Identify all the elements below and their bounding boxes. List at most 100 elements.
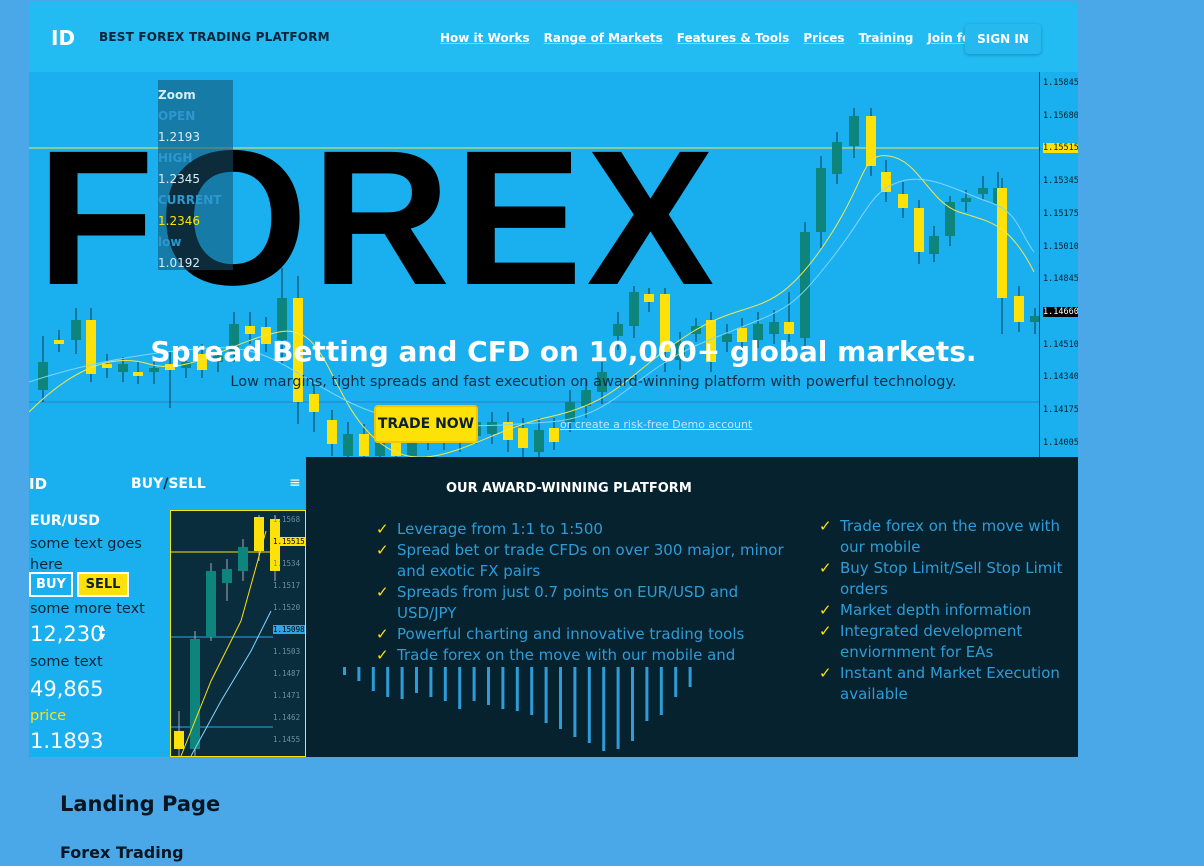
widget-mini-chart: 1.1568 1.15515 1.1534 1.1517 1.1520 1.15098 1.… xyxy=(170,510,306,757)
candle-body xyxy=(929,236,939,254)
feature-text: Spreads from just 0.7 points on EUR/USD … xyxy=(397,583,739,622)
candle-body xyxy=(518,428,528,448)
check-icon: ✓ xyxy=(819,601,832,619)
candle-body xyxy=(945,202,955,236)
nav-link-training[interactable]: Training xyxy=(859,31,914,45)
nav-link-range-of-markets[interactable]: Range of Markets xyxy=(544,31,663,45)
volume-bar xyxy=(400,667,404,699)
volume-bar xyxy=(559,667,562,729)
list-item: ✓ Instant and Market Execution available xyxy=(819,663,1081,705)
quantity-stepper-icon[interactable]: ▲ ▼ xyxy=(99,623,105,641)
candle-body xyxy=(254,517,264,551)
hamburger-menu-icon[interactable]: ≡ xyxy=(289,475,301,491)
sell-button[interactable]: SELL xyxy=(77,572,129,597)
volume-bar xyxy=(371,667,375,691)
sign-in-button[interactable]: SIGN IN xyxy=(965,24,1041,54)
candle-body xyxy=(997,188,1007,298)
volume-bar xyxy=(674,667,678,697)
candle-body xyxy=(800,232,810,338)
price-axis-label: 1.14175 xyxy=(1043,405,1078,415)
price-axis-label: 1.14845 xyxy=(1043,274,1078,285)
nav-link-how-it-works[interactable]: How it Works xyxy=(440,31,530,45)
list-item: ✓ Leverage from 1:1 to 1:500 xyxy=(376,519,786,540)
widget-text-3: some text xyxy=(30,654,103,670)
list-item: ✓ Spread bet or trade CFDs on over 300 ma… xyxy=(376,540,786,582)
feature-text: Spread bet or trade CFDs on over 300 maj… xyxy=(397,541,784,580)
candle-body xyxy=(549,428,559,442)
volume-bar xyxy=(645,667,649,721)
widget-info: EUR/USD some text goes here BUY SELL som… xyxy=(29,510,169,757)
widget-value-1: 49,865 xyxy=(30,677,104,701)
volume-bar xyxy=(515,667,519,711)
price-axis-label: 1.15010 xyxy=(1043,241,1078,252)
volume-bar xyxy=(530,667,534,715)
list-item: ✓ Trade forex on the move with our mobile xyxy=(819,516,1081,558)
volume-bar xyxy=(573,667,577,737)
candle-body xyxy=(1014,296,1024,322)
candle-body xyxy=(784,322,794,334)
page-subheading: Forex Trading xyxy=(60,843,184,862)
price-axis-label: 1.14660 xyxy=(1043,306,1078,317)
widget-title: BUY/SELL xyxy=(131,476,206,492)
open-value: 1.2193 xyxy=(158,130,200,144)
candle-body xyxy=(978,188,988,194)
price-value: 1.1893 xyxy=(30,729,104,753)
list-item: ✓ Trade forex on the move with our mobile… xyxy=(376,645,786,666)
mini-axis-label: 1.1520 xyxy=(273,603,301,612)
current-value: 1.2346 xyxy=(158,214,200,228)
candle-body xyxy=(534,430,544,452)
price-axis-label: 1.15515 xyxy=(1043,143,1078,154)
candle-body xyxy=(327,420,337,444)
platform-title: OUR AWARD-WINNING PLATFORM xyxy=(446,481,692,496)
feature-text: Instant and Market Execution available xyxy=(840,664,1060,703)
candle-body xyxy=(914,208,924,252)
candle-body xyxy=(769,322,779,334)
check-icon: ✓ xyxy=(819,517,832,535)
check-icon: ✓ xyxy=(376,646,389,664)
hero-big-title: FOREX xyxy=(37,110,719,325)
list-item: ✓ Powerful charting and innovative tradin… xyxy=(376,624,786,645)
buy-button[interactable]: BUY xyxy=(29,572,73,597)
candle-body xyxy=(359,434,369,456)
volume-bar xyxy=(429,667,433,697)
volume-bar xyxy=(659,667,663,715)
zoom-label[interactable]: Zoom xyxy=(158,88,196,102)
widget-title-buy: BUY xyxy=(131,476,164,492)
price-axis-label: 1.15175 xyxy=(1043,208,1078,219)
volume-bar xyxy=(501,667,505,709)
check-icon: ✓ xyxy=(376,583,389,601)
mini-axis-label: 1.1517 xyxy=(273,581,301,590)
check-icon: ✓ xyxy=(819,559,832,577)
nav-link-prices[interactable]: Prices xyxy=(803,31,844,45)
candle-body xyxy=(1030,316,1039,322)
volume-bar xyxy=(386,667,390,697)
volume-bar xyxy=(544,667,548,723)
check-icon: ✓ xyxy=(819,664,832,682)
mini-axis-label: 1.1487 xyxy=(273,669,301,678)
candle-body xyxy=(222,569,232,583)
demo-account-link[interactable]: or create a risk-free Demo account xyxy=(560,418,752,431)
volume-bar xyxy=(357,667,361,681)
feature-text: Trade forex on the move with our mobile … xyxy=(397,646,736,664)
price-label: price xyxy=(30,708,67,724)
candle-body xyxy=(206,571,216,637)
volume-bar xyxy=(415,667,418,693)
volume-bar xyxy=(602,667,606,751)
check-icon: ✓ xyxy=(376,541,389,559)
hero-section: ID BEST FOREX TRADING PLATFORM How it Wo… xyxy=(29,2,1078,457)
mini-axis-label: 1.15098 xyxy=(273,625,305,634)
check-icon: ✓ xyxy=(376,625,389,643)
candle-body xyxy=(832,142,842,174)
volume-bar xyxy=(631,667,634,741)
quantity-value[interactable]: 12,230 xyxy=(30,622,103,646)
trade-now-button[interactable]: TRADE NOW xyxy=(374,405,478,443)
list-item: ✓ Buy Stop Limit/Sell Stop Limit orders xyxy=(819,558,1081,600)
mini-axis-label: 1.1568 xyxy=(273,515,301,524)
zoom-info-panel: Zoom OPEN 1.2193 HIGH 1.2345 CURRENT 1.2… xyxy=(158,80,233,270)
candle-body xyxy=(487,422,497,434)
site-logo[interactable]: ID xyxy=(51,26,75,50)
nav-link-features-tools[interactable]: Features & Tools xyxy=(677,31,790,45)
volume-bar xyxy=(688,667,692,687)
high-label: HIGH xyxy=(158,151,193,165)
feature-text: Buy Stop Limit/Sell Stop Limit orders xyxy=(840,559,1063,598)
